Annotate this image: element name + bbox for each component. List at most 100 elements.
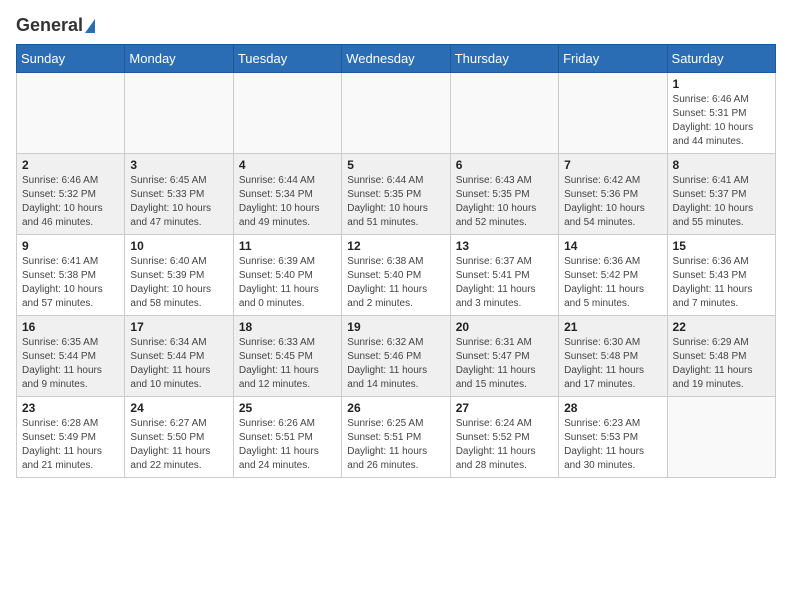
calendar-cell: 18Sunrise: 6:33 AM Sunset: 5:45 PM Dayli… (233, 315, 341, 396)
day-info: Sunrise: 6:45 AM Sunset: 5:33 PM Dayligh… (130, 174, 227, 230)
calendar-cell: 24 Sunrise: 6:27 AM Sunset: 5:50 PM Dayli… (125, 396, 233, 477)
calendar-cell: 3 Sunrise: 6:45 AM Sunset: 5:33 PM Daylig… (125, 153, 233, 234)
day-number: 18 (239, 320, 336, 334)
calendar-cell: 23 Sunrise: 6:28 AM Sunset: 5:49 PM Dayli… (17, 396, 125, 477)
calendar-cell: 7 Sunrise: 6:42 AM Sunset: 5:36 PM Daylig… (559, 153, 667, 234)
calendar-cell: 21 Sunrise: 6:30 AM Sunset: 5:48 PM Dayli… (559, 315, 667, 396)
day-info: Sunrise: 6:36 AM Sunset: 5:43 PM Dayligh… (673, 255, 770, 311)
calendar-cell: 16 Sunrise: 6:35 AM Sunset: 5:44 PM Dayli… (17, 315, 125, 396)
calendar-cell: 9 Sunrise: 6:41 AM Sunset: 5:38 PM Daylig… (17, 234, 125, 315)
logo: General (16, 16, 95, 36)
col-header-saturday: Saturday (667, 44, 775, 72)
calendar-cell: 10Sunrise: 6:40 AM Sunset: 5:39 PM Dayli… (125, 234, 233, 315)
calendar-cell: 14 Sunrise: 6:36 AM Sunset: 5:42 PM Dayli… (559, 234, 667, 315)
day-info: Sunrise: 6:46 AM Sunset: 5:32 PM Dayligh… (22, 174, 119, 230)
day-number: 19 (347, 320, 444, 334)
day-number: 25 (239, 401, 336, 415)
calendar-cell: 1 Sunrise: 6:46 AM Sunset: 5:31 PM Daylig… (667, 72, 775, 153)
logo-general: General (16, 16, 83, 36)
calendar-week-row: 16 Sunrise: 6:35 AM Sunset: 5:44 PM Dayli… (17, 315, 776, 396)
day-info: Sunrise: 6:35 AM Sunset: 5:44 PM Dayligh… (22, 336, 119, 392)
calendar-cell (342, 72, 450, 153)
day-number: 28 (564, 401, 661, 415)
day-info: Sunrise: 6:27 AM Sunset: 5:50 PM Dayligh… (130, 417, 227, 473)
calendar-cell: 19 Sunrise: 6:32 AM Sunset: 5:46 PM Dayli… (342, 315, 450, 396)
day-number: 6 (456, 158, 553, 172)
day-info: Sunrise: 6:28 AM Sunset: 5:49 PM Dayligh… (22, 417, 119, 473)
logo-triangle-icon (85, 19, 95, 33)
day-info: Sunrise: 6:26 AM Sunset: 5:51 PM Dayligh… (239, 417, 336, 473)
calendar-cell: 12 Sunrise: 6:38 AM Sunset: 5:40 PM Dayli… (342, 234, 450, 315)
day-info: Sunrise: 6:43 AM Sunset: 5:35 PM Dayligh… (456, 174, 553, 230)
day-info: Sunrise: 6:44 AM Sunset: 5:35 PM Dayligh… (347, 174, 444, 230)
calendar-table: SundayMondayTuesdayWednesdayThursdayFrid… (16, 44, 776, 478)
day-number: 11 (239, 239, 336, 253)
calendar-cell: 15 Sunrise: 6:36 AM Sunset: 5:43 PM Dayli… (667, 234, 775, 315)
day-info: Sunrise: 6:41 AM Sunset: 5:37 PM Dayligh… (673, 174, 770, 230)
day-number: 27 (456, 401, 553, 415)
calendar-cell (559, 72, 667, 153)
day-number: 1 (673, 77, 770, 91)
calendar-cell (233, 72, 341, 153)
day-number: 13 (456, 239, 553, 253)
calendar-cell: 25 Sunrise: 6:26 AM Sunset: 5:51 PM Dayli… (233, 396, 341, 477)
day-info: Sunrise: 6:41 AM Sunset: 5:38 PM Dayligh… (22, 255, 119, 311)
calendar-cell: 20Sunrise: 6:31 AM Sunset: 5:47 PM Dayli… (450, 315, 558, 396)
day-number: 7 (564, 158, 661, 172)
day-info: Sunrise: 6:39 AM Sunset: 5:40 PM Dayligh… (239, 255, 336, 311)
col-header-wednesday: Wednesday (342, 44, 450, 72)
col-header-monday: Monday (125, 44, 233, 72)
day-info: Sunrise: 6:23 AM Sunset: 5:53 PM Dayligh… (564, 417, 661, 473)
calendar-cell: 28 Sunrise: 6:23 AM Sunset: 5:53 PM Dayli… (559, 396, 667, 477)
day-number: 10 (130, 239, 227, 253)
calendar-cell: 6 Sunrise: 6:43 AM Sunset: 5:35 PM Daylig… (450, 153, 558, 234)
day-info: Sunrise: 6:30 AM Sunset: 5:48 PM Dayligh… (564, 336, 661, 392)
day-number: 2 (22, 158, 119, 172)
day-info: Sunrise: 6:36 AM Sunset: 5:42 PM Dayligh… (564, 255, 661, 311)
calendar-cell (667, 396, 775, 477)
day-number: 23 (22, 401, 119, 415)
calendar-cell (125, 72, 233, 153)
col-header-sunday: Sunday (17, 44, 125, 72)
day-number: 9 (22, 239, 119, 253)
calendar-cell: 11 Sunrise: 6:39 AM Sunset: 5:40 PM Dayli… (233, 234, 341, 315)
calendar-week-row: 23 Sunrise: 6:28 AM Sunset: 5:49 PM Dayli… (17, 396, 776, 477)
calendar-cell: 8 Sunrise: 6:41 AM Sunset: 5:37 PM Daylig… (667, 153, 775, 234)
calendar-cell: 4 Sunrise: 6:44 AM Sunset: 5:34 PM Daylig… (233, 153, 341, 234)
col-header-tuesday: Tuesday (233, 44, 341, 72)
day-number: 14 (564, 239, 661, 253)
calendar-week-row: 9 Sunrise: 6:41 AM Sunset: 5:38 PM Daylig… (17, 234, 776, 315)
calendar-cell: 22Sunrise: 6:29 AM Sunset: 5:48 PM Dayli… (667, 315, 775, 396)
day-info: Sunrise: 6:29 AM Sunset: 5:48 PM Dayligh… (673, 336, 770, 392)
day-info: Sunrise: 6:24 AM Sunset: 5:52 PM Dayligh… (456, 417, 553, 473)
day-info: Sunrise: 6:32 AM Sunset: 5:46 PM Dayligh… (347, 336, 444, 392)
day-info: Sunrise: 6:44 AM Sunset: 5:34 PM Dayligh… (239, 174, 336, 230)
day-number: 15 (673, 239, 770, 253)
day-info: Sunrise: 6:46 AM Sunset: 5:31 PM Dayligh… (673, 93, 770, 149)
day-number: 12 (347, 239, 444, 253)
day-number: 16 (22, 320, 119, 334)
col-header-thursday: Thursday (450, 44, 558, 72)
col-header-friday: Friday (559, 44, 667, 72)
calendar-header-row: SundayMondayTuesdayWednesdayThursdayFrid… (17, 44, 776, 72)
day-info: Sunrise: 6:31 AM Sunset: 5:47 PM Dayligh… (456, 336, 553, 392)
day-number: 17 (130, 320, 227, 334)
day-number: 26 (347, 401, 444, 415)
day-info: Sunrise: 6:38 AM Sunset: 5:40 PM Dayligh… (347, 255, 444, 311)
day-number: 24 (130, 401, 227, 415)
day-info: Sunrise: 6:25 AM Sunset: 5:51 PM Dayligh… (347, 417, 444, 473)
day-info: Sunrise: 6:42 AM Sunset: 5:36 PM Dayligh… (564, 174, 661, 230)
day-number: 4 (239, 158, 336, 172)
calendar-cell: 2 Sunrise: 6:46 AM Sunset: 5:32 PM Daylig… (17, 153, 125, 234)
calendar-cell: 17Sunrise: 6:34 AM Sunset: 5:44 PM Dayli… (125, 315, 233, 396)
calendar-cell: 27 Sunrise: 6:24 AM Sunset: 5:52 PM Dayli… (450, 396, 558, 477)
day-number: 21 (564, 320, 661, 334)
day-info: Sunrise: 6:37 AM Sunset: 5:41 PM Dayligh… (456, 255, 553, 311)
calendar-cell: 26 Sunrise: 6:25 AM Sunset: 5:51 PM Dayli… (342, 396, 450, 477)
calendar-cell (17, 72, 125, 153)
calendar-cell: 13 Sunrise: 6:37 AM Sunset: 5:41 PM Dayli… (450, 234, 558, 315)
day-number: 8 (673, 158, 770, 172)
calendar-cell (450, 72, 558, 153)
day-number: 3 (130, 158, 227, 172)
calendar-week-row: 1 Sunrise: 6:46 AM Sunset: 5:31 PM Daylig… (17, 72, 776, 153)
